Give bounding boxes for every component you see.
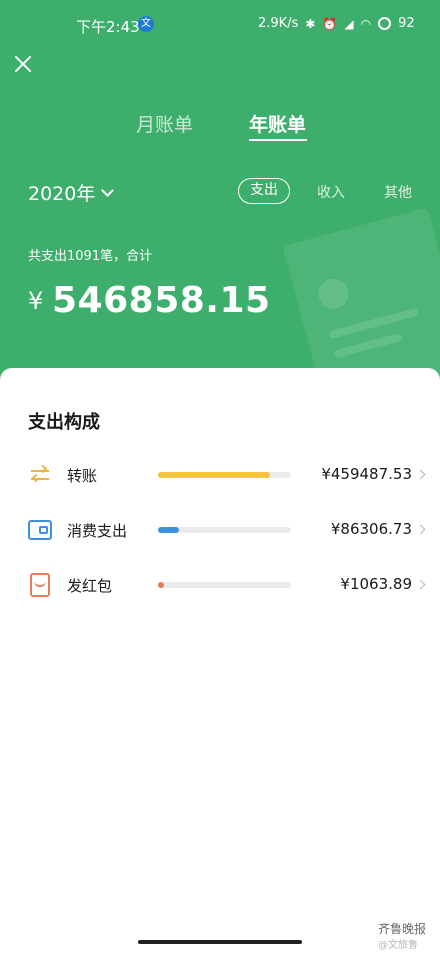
tab-monthly-bill[interactable]: 月账单 bbox=[136, 110, 193, 137]
chevron-right-icon bbox=[415, 524, 426, 535]
red-packet-icon bbox=[30, 573, 50, 597]
watermark-logo: 齐鲁晚报 bbox=[378, 922, 427, 936]
share-bar-track bbox=[158, 527, 291, 533]
expense-count-text: 共支出1091笔，合计 bbox=[28, 249, 153, 264]
header-panel: 下午2:43 文 2.9K/s ✱ ⏰ ◢ ◠ 92 月账单 年账单 2020年… bbox=[0, 0, 440, 400]
currency-symbol: ¥ bbox=[28, 287, 44, 315]
year-selector[interactable]: 2020年 bbox=[28, 179, 115, 206]
breakdown-label: 发红包 bbox=[67, 577, 113, 595]
breakdown-amount: ¥86306.73 bbox=[330, 520, 412, 538]
wifi-icon: ◠ bbox=[360, 16, 372, 31]
battery-icon bbox=[378, 17, 392, 30]
signal-icon: ◢ bbox=[344, 16, 354, 31]
notification-app-icon: 文 bbox=[138, 16, 154, 32]
breakdown-row-consumption[interactable]: 消费支出 ¥86306.73 bbox=[0, 508, 440, 552]
breakdown-amount: ¥1063.89 bbox=[340, 575, 412, 593]
breakdown-sheet: 支出构成 转账 ¥459487.53 消费支出 ¥86306.73 发红包 ¥1… bbox=[0, 368, 440, 953]
breakdown-row-transfer[interactable]: 转账 ¥459487.53 bbox=[0, 453, 440, 497]
breakdown-label: 转账 bbox=[67, 467, 98, 485]
filter-other[interactable]: 其他 bbox=[384, 182, 412, 202]
share-bar-fill bbox=[158, 582, 164, 588]
breakdown-amount: ¥459487.53 bbox=[321, 465, 412, 483]
share-bar-track bbox=[158, 472, 291, 478]
wallet-icon bbox=[28, 520, 52, 540]
tab-yearly-bill[interactable]: 年账单 bbox=[249, 110, 306, 137]
share-bar-fill bbox=[158, 527, 179, 533]
network-speed: 2.9K/s bbox=[258, 16, 299, 31]
close-icon[interactable] bbox=[12, 53, 34, 75]
filter-income[interactable]: 收入 bbox=[317, 182, 345, 202]
breakdown-row-red-packet[interactable]: 发红包 ¥1063.89 bbox=[0, 563, 440, 607]
breakdown-label: 消费支出 bbox=[67, 522, 128, 540]
bluetooth-icon: ✱ bbox=[305, 16, 316, 31]
chevron-right-icon bbox=[415, 469, 426, 480]
breakdown-title: 支出构成 bbox=[28, 412, 100, 433]
active-tab-indicator bbox=[249, 139, 307, 141]
share-bar-fill bbox=[158, 472, 270, 478]
home-indicator[interactable] bbox=[138, 940, 302, 944]
alarm-icon: ⏰ bbox=[322, 16, 338, 31]
transfer-icon bbox=[28, 463, 52, 487]
total-expense-amount: 546858.15 bbox=[52, 280, 271, 321]
chevron-right-icon bbox=[415, 579, 426, 590]
share-bar-track bbox=[158, 582, 291, 588]
watermark-handle: @文旅鲁 bbox=[378, 940, 418, 951]
chevron-down-icon bbox=[101, 183, 115, 197]
filter-expense[interactable]: 支出 bbox=[238, 178, 290, 204]
status-time: 下午2:43 bbox=[76, 18, 140, 36]
battery-level: 92 bbox=[398, 16, 415, 31]
year-value: 2020年 bbox=[28, 183, 96, 205]
status-bar: 下午2:43 文 2.9K/s ✱ ⏰ ◢ ◠ 92 bbox=[0, 0, 440, 48]
status-indicators: 2.9K/s ✱ ⏰ ◢ ◠ 92 bbox=[258, 16, 415, 31]
